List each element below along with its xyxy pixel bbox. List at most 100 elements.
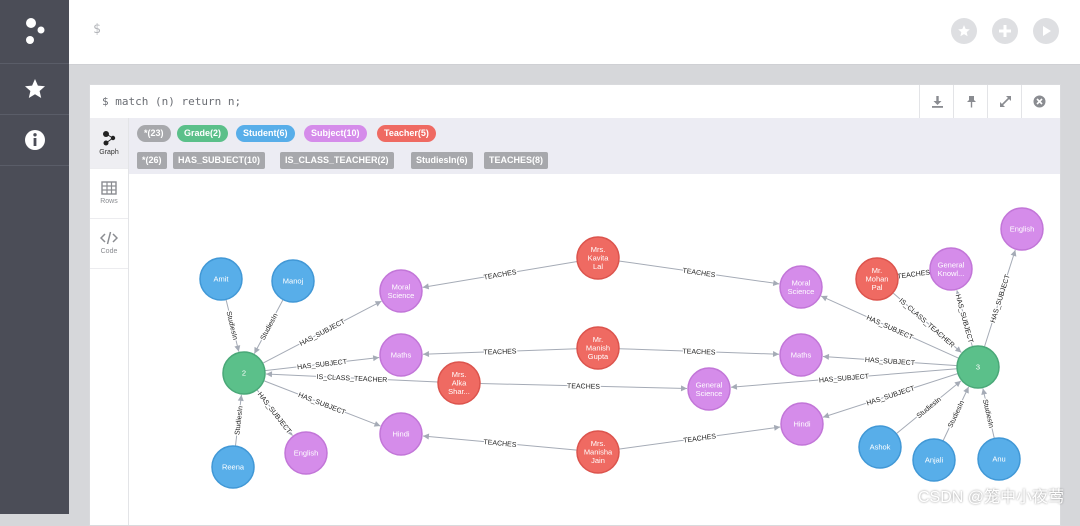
- graph-canvas[interactable]: StudiesIn StudiesInStudiesInHAS_SUBJECTHA…: [129, 175, 1059, 514]
- node-caption: Shar...: [448, 387, 470, 396]
- node-student[interactable]: Ashok: [858, 425, 902, 469]
- frame-query[interactable]: $ match (n) return n;: [102, 95, 241, 108]
- legend-label-teacher[interactable]: Teacher(5): [377, 125, 436, 142]
- node-grade[interactable]: 2: [222, 351, 266, 395]
- relationship-type-label: StudiesIn: [225, 311, 239, 341]
- add-button[interactable]: [992, 18, 1018, 44]
- node-caption: English: [294, 449, 319, 458]
- table-icon: [101, 181, 117, 195]
- node-student[interactable]: Amit: [199, 257, 243, 301]
- fullscreen-button[interactable]: [987, 85, 1022, 118]
- relationship-teaches[interactable]: TEACHES: [422, 347, 578, 358]
- relationship-type-label: StudiesIn: [234, 406, 244, 436]
- node-caption: Hindi: [392, 430, 409, 439]
- relationship-teaches[interactable]: TEACHES: [422, 433, 578, 451]
- relationship-studiesin[interactable]: StudiesIn: [223, 299, 241, 352]
- relationship-type-label: TEACHES: [897, 269, 931, 280]
- node-caption: Hindi: [793, 420, 810, 429]
- relationship-teaches[interactable]: TEACHES: [479, 382, 688, 392]
- node-caption: Pal: [872, 283, 883, 292]
- node-teacher[interactable]: Mrs.ManishaJain: [576, 430, 620, 474]
- relationship-teaches[interactable]: TEACHES: [618, 424, 781, 450]
- legend-label-grade[interactable]: Grade(2): [177, 125, 229, 142]
- relationship-type-label: StudiesIn: [981, 399, 994, 429]
- graph-icon: [103, 131, 116, 146]
- editor-input[interactable]: $: [93, 22, 101, 37]
- pin-button[interactable]: [953, 85, 988, 118]
- relationship-type-label: TEACHES: [483, 269, 517, 281]
- relationship-type-label: HAS_SUBJECT: [954, 294, 974, 345]
- legend-rel-studies-in[interactable]: StudiesIn(6): [411, 152, 473, 169]
- tab-graph-label: Graph: [99, 149, 119, 156]
- relationship-teaches[interactable]: TEACHES: [618, 347, 780, 358]
- relationship-has-subject[interactable]: HAS_SUBJECT: [952, 290, 975, 347]
- node-student[interactable]: Reena: [211, 445, 255, 489]
- relationship-teaches[interactable]: TEACHES: [896, 268, 933, 282]
- legend-label-subject[interactable]: Subject(10): [304, 125, 367, 142]
- node-teacher[interactable]: Mrs.KavitaLal: [576, 236, 620, 280]
- node-subject[interactable]: MoralScience: [379, 269, 423, 313]
- pin-icon: [966, 96, 976, 108]
- tab-code[interactable]: Code: [90, 218, 128, 269]
- legend-label-student[interactable]: Student(6): [236, 125, 295, 142]
- node-caption: Maths: [791, 351, 812, 360]
- legend-rel-has-subject[interactable]: HAS_SUBJECT(10): [173, 152, 266, 169]
- node-subject[interactable]: English: [284, 431, 328, 475]
- relationship-type-label: HAS_SUBJECT: [297, 359, 348, 372]
- close-frame-button[interactable]: [1021, 85, 1056, 118]
- relationship-has-subject[interactable]: HAS_SUBJECT: [730, 368, 958, 390]
- relationship-type-label: HAS_SUBJECT: [990, 273, 1012, 324]
- node-student[interactable]: Manoj: [271, 259, 315, 303]
- relationship-has-subject[interactable]: HAS_SUBJECT: [822, 353, 958, 369]
- node-subject[interactable]: GeneralScience: [687, 367, 731, 411]
- tab-rows[interactable]: Rows: [90, 168, 128, 219]
- relationship-type-label: HAS_SUBJECT: [256, 391, 293, 436]
- info-nav-button[interactable]: [0, 115, 69, 166]
- node-subject[interactable]: English: [1000, 207, 1044, 251]
- run-button[interactable]: [1033, 18, 1059, 44]
- relationship-type-label: HAS_SUBJECT: [865, 315, 914, 342]
- node-subject[interactable]: Maths: [779, 333, 823, 377]
- node-teacher[interactable]: Mr.MohanPal: [855, 257, 899, 301]
- relationship-type-label: HAS_SUBJECT: [299, 318, 347, 348]
- relationship-studiesin[interactable]: StudiesIn: [253, 299, 284, 354]
- relationship-has-subject[interactable]: HAS_SUBJECT: [264, 355, 380, 373]
- relationship-teaches[interactable]: TEACHES: [618, 260, 780, 287]
- neo4j-logo[interactable]: [0, 0, 69, 64]
- download-button[interactable]: [919, 85, 954, 118]
- node-teacher[interactable]: Mrs.AlkaShar...: [437, 361, 481, 405]
- legend-rel-teaches[interactable]: TEACHES(8): [484, 152, 549, 169]
- relationship-has-subject[interactable]: HAS_SUBJECT: [255, 389, 294, 437]
- relationship-studiesin[interactable]: StudiesIn: [980, 388, 996, 439]
- relationship-type-label: StudiesIn: [916, 396, 943, 420]
- close-icon: [1033, 95, 1045, 108]
- relationship-type-label: TEACHES: [683, 433, 717, 444]
- node-student[interactable]: Anjali: [912, 438, 956, 482]
- relationship-has-subject[interactable]: HAS_SUBJECT: [820, 295, 960, 359]
- node-subject[interactable]: GeneralKnowl...: [929, 247, 973, 291]
- node-subject[interactable]: MoralScience: [779, 265, 823, 309]
- node-student[interactable]: Anu: [977, 437, 1021, 481]
- node-subject[interactable]: Hindi: [379, 412, 423, 456]
- node-subject[interactable]: Hindi: [780, 402, 824, 446]
- node-subject[interactable]: Maths: [379, 333, 423, 377]
- legend-rel-is-class-teacher[interactable]: IS_CLASS_TEACHER(2): [280, 152, 394, 169]
- legend-label-all[interactable]: *(23): [137, 125, 171, 142]
- relationship-has-subject[interactable]: HAS_SUBJECT: [262, 300, 382, 364]
- download-icon: [931, 96, 943, 108]
- relationship-teaches[interactable]: TEACHES: [422, 260, 578, 290]
- favorite-query-button[interactable]: [951, 18, 977, 44]
- code-icon: [100, 231, 118, 245]
- relationship-studiesin[interactable]: StudiesIn: [233, 394, 246, 447]
- relationship-has-subject[interactable]: HAS_SUBJECT: [983, 249, 1017, 348]
- legend-rel-all[interactable]: *(26): [137, 152, 167, 169]
- tab-graph[interactable]: Graph: [90, 118, 128, 169]
- node-teacher[interactable]: Mr.ManishGupta: [576, 326, 620, 370]
- relationship-type-label: TEACHES: [682, 348, 716, 356]
- node-grade[interactable]: 3: [956, 345, 1000, 389]
- relationship-type-label: HAS_SUBJECT: [866, 385, 917, 407]
- node-caption: Amit: [214, 275, 230, 284]
- tab-code-label: Code: [100, 248, 118, 255]
- relationship-studiesin[interactable]: StudiesIn: [942, 386, 970, 442]
- favorites-nav-button[interactable]: [0, 64, 69, 115]
